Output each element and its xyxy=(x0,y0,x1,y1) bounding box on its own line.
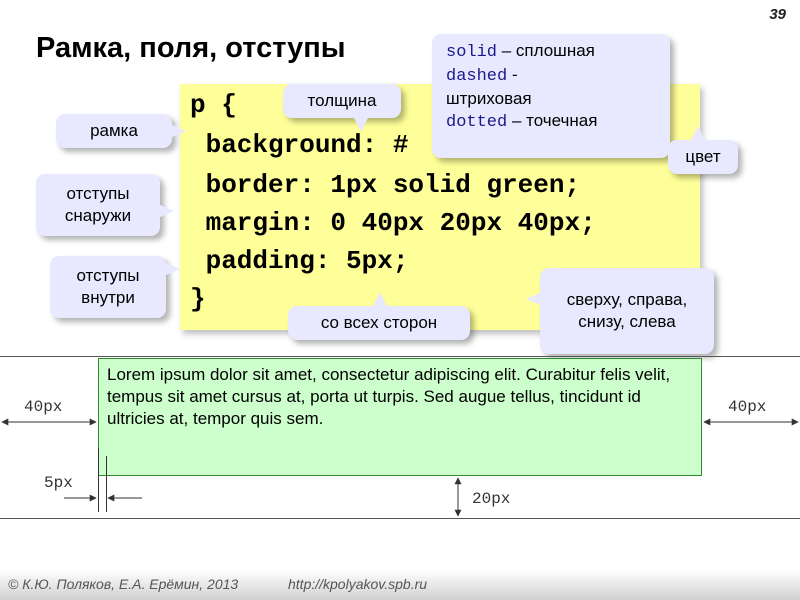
callout-otstupy-snaruzhi-line1: отступы xyxy=(66,184,130,203)
callout-otstupy-vnutri-line2: внутри xyxy=(81,288,135,307)
slide-number: 39 xyxy=(769,6,786,23)
bottom-margin-label: 20px xyxy=(472,490,511,508)
code-line-2: background: # xyxy=(190,130,409,160)
demo-paragraph: Lorem ipsum dolor sit amet, consectetur … xyxy=(98,358,702,476)
callout-tolshchina-text: толщина xyxy=(307,91,377,110)
callout-order: сверху, справа, снизу, слева xyxy=(526,268,714,354)
callout-tail xyxy=(690,126,706,142)
callout-tsvet-text: цвет xyxy=(685,147,721,166)
code-line-6: } xyxy=(190,284,206,314)
callout-tsvet: цвет xyxy=(668,126,738,174)
code-line-3: border: 1px solid green; xyxy=(190,170,581,200)
footer: © К.Ю. Поляков, Е.А. Ерёмин, 2013 http:/… xyxy=(0,570,800,600)
page-title: Рамка, поля, отступы xyxy=(36,32,346,64)
callout-ramka-text: рамка xyxy=(90,121,138,140)
style-dotted-desc: – точечная xyxy=(507,111,598,130)
footer-url[interactable]: http://kpolyakov.spb.ru xyxy=(288,576,427,592)
callout-order-line1: сверху, справа, xyxy=(566,290,688,309)
right-margin-label: 40px xyxy=(728,398,767,416)
code-line-5: padding: 5px; xyxy=(190,246,409,276)
style-solid: solid – сплошная xyxy=(446,40,656,64)
style-dashed-desc-line2: штриховая xyxy=(446,89,532,108)
padding-guide-line xyxy=(98,448,99,512)
callout-otstupy-snaruzhi-line2: снаружи xyxy=(64,206,132,225)
callout-otstupy-vnutri-line1: отступы xyxy=(76,266,140,285)
callout-otstupy-vnutri: отступы внутри xyxy=(50,256,180,318)
style-solid-keyword: solid xyxy=(446,43,498,62)
style-dotted-keyword: dotted xyxy=(446,113,508,132)
padding-label: 5px xyxy=(44,474,73,492)
callout-so-vsekh-storon: со всех сторон xyxy=(288,292,470,340)
callout-otstupy-snaruzhi: отступы снаружи xyxy=(36,174,174,236)
style-dotted: dotted – точечная xyxy=(446,110,656,134)
style-solid-desc: – сплошная xyxy=(497,41,595,60)
callout-border-styles: solid – сплошная dashed - штриховая dott… xyxy=(432,34,670,158)
left-margin-label: 40px xyxy=(24,398,63,416)
callout-so-vsekh-storon-text: со всех сторон xyxy=(320,313,438,332)
callout-tail xyxy=(353,116,369,132)
style-dashed-desc: - xyxy=(507,65,518,84)
callout-tolshchina: толщина xyxy=(283,84,401,132)
callout-tail xyxy=(526,292,542,306)
callout-tail xyxy=(170,124,186,138)
code-line-4: margin: 0 40px 20px 40px; xyxy=(190,208,596,238)
style-dashed-keyword: dashed xyxy=(446,67,508,86)
callout-ramka: рамка xyxy=(56,114,186,148)
callout-order-line2: снизу, слева xyxy=(578,312,676,331)
container-top-line xyxy=(0,356,800,357)
callout-tail xyxy=(164,262,180,276)
code-line-1: p { xyxy=(190,90,237,120)
callout-tail xyxy=(372,292,388,308)
container-bottom-line xyxy=(0,518,800,519)
style-dashed: dashed - xyxy=(446,64,656,88)
footer-authors: © К.Ю. Поляков, Е.А. Ерёмин, 2013 xyxy=(8,576,239,592)
text-edge-guide-line xyxy=(106,456,107,512)
callout-tail xyxy=(158,204,174,218)
